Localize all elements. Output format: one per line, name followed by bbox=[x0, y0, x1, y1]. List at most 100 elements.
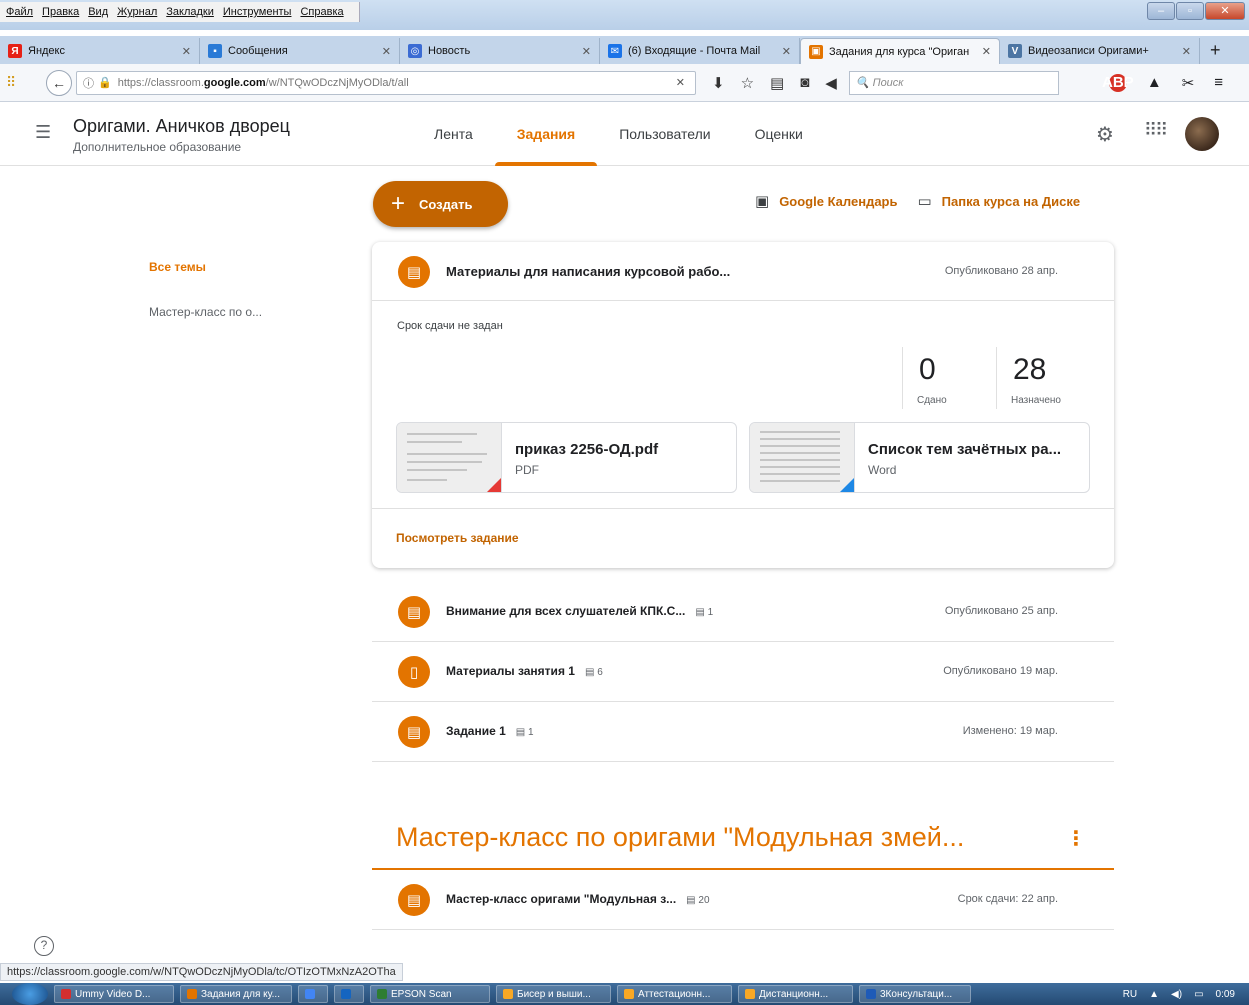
menu-help[interactable]: Справка bbox=[300, 6, 343, 18]
sidebar-item-topic[interactable]: Мастер-класс по о... bbox=[149, 305, 262, 319]
close-tab-icon[interactable]: ✕ bbox=[182, 45, 191, 58]
new-tab-button[interactable]: + bbox=[1210, 38, 1221, 64]
browser-tab[interactable]: ▪ Сообщения ✕ bbox=[200, 38, 400, 64]
list-item[interactable]: ▤ Задание 1 ▤ 1 Изменено: 19 мар. bbox=[372, 702, 1114, 762]
assigned-stat[interactable]: 28 Назначено bbox=[996, 347, 1096, 409]
close-window-button[interactable]: ✕ bbox=[1205, 2, 1245, 20]
send-icon[interactable]: ◀ bbox=[825, 74, 837, 92]
assigned-label: Назначено bbox=[1011, 395, 1061, 406]
browser-tab[interactable]: ▣ Задания для курса "Ориган ✕ bbox=[800, 38, 1000, 64]
drive-icon[interactable]: ▲ bbox=[1147, 74, 1162, 91]
address-bar[interactable]: ⓘ 🔒 https://classroom. google.com/w/NTQwO… bbox=[76, 70, 696, 95]
info-icon[interactable]: ⓘ bbox=[83, 75, 94, 91]
comment-icon: ▤ 6 bbox=[584, 667, 603, 678]
assignment-icon: ▤ bbox=[398, 884, 430, 916]
minimize-button[interactable]: – bbox=[1147, 2, 1175, 20]
menu-hamburger-icon[interactable]: ≡ bbox=[1214, 74, 1223, 91]
taskbar-item[interactable] bbox=[298, 985, 328, 1003]
list-item[interactable]: ▤ Внимание для всех слушателей КПК.С... ▤… bbox=[372, 582, 1114, 642]
attachment-name: Список тем зачётных ра... bbox=[868, 441, 1062, 458]
due-date: Срок сдачи не задан bbox=[397, 320, 503, 332]
list-item[interactable]: ▤ Мастер-класс оригами "Модульная з... ▤ … bbox=[372, 870, 1114, 930]
close-tab-icon[interactable]: ✕ bbox=[1182, 45, 1191, 58]
taskbar-item[interactable]: 3Консультаци... bbox=[859, 985, 971, 1003]
settings-gear-icon[interactable]: ⚙ bbox=[1096, 122, 1114, 147]
close-tab-icon[interactable]: ✕ bbox=[382, 45, 391, 58]
attachment-word[interactable]: Список тем зачётных ра... Word bbox=[749, 422, 1090, 493]
tab-classwork[interactable]: Задания bbox=[494, 102, 598, 166]
tab-favicon-icon: V bbox=[1008, 44, 1022, 58]
sidebar-item-all-topics[interactable]: Все темы bbox=[149, 260, 206, 274]
tab-bar: Я Яндекс ✕ ▪ Сообщения ✕ ◎ Новость ✕ ✉ (6) Входящи… bbox=[0, 36, 1249, 64]
app-icon bbox=[187, 989, 197, 999]
screenshot-icon[interactable]: ✂ bbox=[1182, 74, 1195, 92]
clock[interactable]: 0:09 bbox=[1216, 989, 1235, 1000]
topic-title: Мастер-класс по оригами "Модульная змей.… bbox=[396, 822, 965, 852]
browser-tab[interactable]: ✉ (6) Входящие - Почта Mail ✕ bbox=[600, 38, 800, 64]
start-button[interactable] bbox=[12, 983, 48, 1005]
app-icon bbox=[503, 989, 513, 999]
tab-stream[interactable]: Лента bbox=[412, 102, 495, 166]
download-icon[interactable]: ⬇ bbox=[712, 74, 725, 92]
back-button[interactable]: ← bbox=[46, 69, 72, 96]
tab-grades[interactable]: Оценки bbox=[733, 102, 825, 166]
taskbar-item[interactable]: Аттестационн... bbox=[617, 985, 732, 1003]
assignment-date: Опубликовано 28 апр. bbox=[944, 265, 1058, 277]
clear-url-icon[interactable]: ✕ bbox=[676, 76, 685, 89]
menu-edit[interactable]: Правка bbox=[42, 6, 79, 18]
menu-bookmarks[interactable]: Закладки bbox=[166, 6, 214, 18]
search-placeholder: Поиск bbox=[872, 76, 904, 89]
volume-icon[interactable]: ◀) bbox=[1171, 989, 1182, 1000]
help-icon[interactable]: ? bbox=[34, 936, 54, 956]
list-item[interactable]: ▯ Материалы занятия 1 ▤ 6 Опубликовано 19… bbox=[372, 642, 1114, 702]
avatar[interactable] bbox=[1185, 117, 1219, 151]
maximize-button[interactable]: ▫ bbox=[1176, 2, 1204, 20]
adblock-icon[interactable]: ABP bbox=[1102, 73, 1134, 92]
create-button[interactable]: + Создать bbox=[373, 181, 508, 227]
browser-tab[interactable]: Я Яндекс ✕ bbox=[0, 38, 200, 64]
taskbar-item[interactable] bbox=[334, 985, 364, 1003]
menu-tools[interactable]: Инструменты bbox=[223, 6, 292, 18]
taskbar-item[interactable]: Дистанционн... bbox=[738, 985, 853, 1003]
taskbar-item[interactable]: Ummy Video D... bbox=[54, 985, 174, 1003]
menu-file[interactable]: Файл bbox=[6, 6, 33, 18]
tab-people[interactable]: Пользователи bbox=[597, 102, 732, 166]
bookmark-star-icon[interactable]: ☆ bbox=[741, 74, 754, 92]
taskbar-item-label: Задания для ку... bbox=[201, 988, 280, 1000]
taskbar-item[interactable]: Бисер и выши... bbox=[496, 985, 611, 1003]
navigation-bar: ⠿ ← ⓘ 🔒 https://classroom. google.com/w/N… bbox=[0, 64, 1249, 102]
library-icon[interactable]: ▤ bbox=[770, 74, 784, 92]
turned-in-stat[interactable]: 0 Сдано bbox=[902, 347, 996, 409]
calendar-link[interactable]: ▣ Google Календарь bbox=[755, 192, 897, 210]
course-title[interactable]: Оригами. Аничков дворец bbox=[73, 116, 290, 137]
menu-view[interactable]: Вид bbox=[88, 6, 108, 18]
apps-grid-icon[interactable]: ⠿⠿ bbox=[1144, 120, 1168, 141]
pocket-icon[interactable]: ◙ bbox=[800, 74, 809, 91]
language-indicator[interactable]: RU bbox=[1123, 989, 1137, 1000]
tab-favicon-icon: ✉ bbox=[608, 44, 622, 58]
top-links: ▣ Google Календарь ▭ Папка курса на Диск… bbox=[755, 192, 1100, 210]
close-tab-icon[interactable]: ✕ bbox=[582, 45, 591, 58]
close-tab-icon[interactable]: ✕ bbox=[782, 45, 791, 58]
menu-history[interactable]: Журнал bbox=[117, 6, 157, 18]
tray-arrow-icon[interactable]: ▲ bbox=[1149, 989, 1159, 1000]
material-icon: ▯ bbox=[398, 656, 430, 688]
drive-folder-link[interactable]: ▭ Папка курса на Диске bbox=[917, 192, 1080, 210]
url-path: /w/NTQwODczNjMyODla/t/all bbox=[265, 76, 409, 89]
main-menu-icon[interactable]: ☰ bbox=[35, 122, 51, 143]
yandex-grid-icon[interactable]: ⠿ bbox=[6, 74, 24, 91]
item-title: Внимание для всех слушателей КПК.С... bbox=[446, 604, 686, 618]
turned-in-label: Сдано bbox=[917, 395, 947, 406]
attachment-pdf[interactable]: приказ 2256-ОД.pdf PDF bbox=[396, 422, 737, 493]
taskbar-item[interactable]: EPSON Scan bbox=[370, 985, 490, 1003]
close-tab-icon[interactable]: ✕ bbox=[982, 45, 991, 58]
more-options-icon[interactable]: ⋮ bbox=[1066, 826, 1086, 851]
browser-tab[interactable]: V Видеозаписи Оригами+ ✕ bbox=[1000, 38, 1200, 64]
view-assignment-link[interactable]: Посмотреть задание bbox=[396, 531, 519, 545]
taskbar-item[interactable]: Задания для ку... bbox=[180, 985, 292, 1003]
course-tabs: Лента Задания Пользователи Оценки bbox=[412, 102, 825, 166]
browser-tab[interactable]: ◎ Новость ✕ bbox=[400, 38, 600, 64]
network-icon[interactable]: ▭ bbox=[1194, 989, 1203, 1000]
search-input[interactable]: 🔍 Поиск bbox=[848, 70, 1059, 95]
card-header[interactable]: ▤ Материалы для написания курсовой рабо.… bbox=[372, 242, 1114, 301]
